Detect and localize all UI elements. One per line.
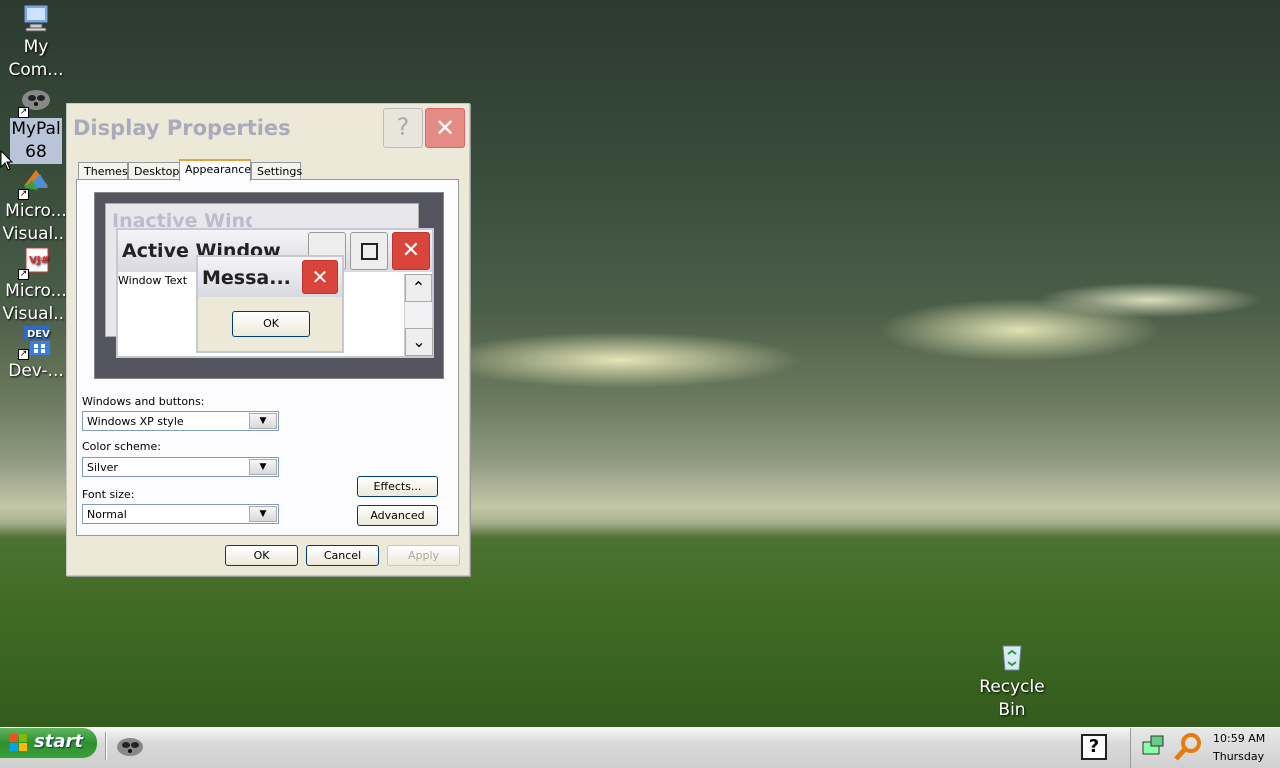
raccoon-icon	[117, 738, 143, 756]
window-title: Display Properties	[73, 116, 291, 140]
title-bar[interactable]: Display Properties ? ✕	[67, 104, 469, 150]
svg-text:DEV: DEV	[27, 329, 50, 340]
system-tray: 10:59 AM Thursday	[1130, 728, 1280, 768]
svg-text:VJ#: VJ#	[29, 255, 49, 266]
help-icon: ?	[396, 113, 410, 141]
close-icon: ✕	[392, 232, 430, 270]
font-size-select[interactable]: Normal ▼	[82, 504, 279, 524]
appearance-preview: Inactive Wind... Active Window ✕ Window …	[94, 192, 444, 379]
desktop-icon-label: Dev-...	[8, 361, 64, 381]
windows-buttons-select[interactable]: Windows XP style ▼	[82, 411, 279, 431]
desktop-icon-visual-jsharp[interactable]: VJ# ↗ Micro... Visual...	[0, 246, 72, 326]
color-scheme-select[interactable]: Silver ▼	[82, 457, 279, 477]
desktop-icon-my-computer[interactable]: My Com...	[0, 2, 72, 82]
effects-button[interactable]: Effects...	[357, 476, 438, 497]
computer-icon	[20, 2, 52, 34]
start-label: start	[34, 731, 83, 752]
tab-appearance[interactable]: Appearance	[179, 159, 251, 181]
scroll-up-icon: ⌃	[405, 274, 432, 302]
color-scheme-label: Color scheme:	[82, 440, 161, 453]
visual-studio-icon: ↗	[18, 166, 52, 200]
dev-cpp-icon: DEV ↗	[18, 326, 52, 360]
desktop-icon-recycle-bin[interactable]: Recycle Bin	[976, 642, 1048, 722]
shortcut-arrow-icon: ↗	[18, 269, 29, 280]
tab-desktop[interactable]: Desktop	[128, 162, 180, 180]
network-icon[interactable]	[1141, 734, 1167, 760]
appearance-panel: Inactive Wind... Active Window ✕ Window …	[76, 179, 459, 536]
clock-time[interactable]: 10:59 AM	[1213, 732, 1265, 745]
font-size-label: Font size:	[82, 488, 135, 501]
windows-buttons-label: Windows and buttons:	[82, 395, 205, 408]
maximize-icon	[350, 232, 388, 270]
windows-buttons-value: Windows XP style	[87, 415, 184, 428]
close-icon: ✕	[434, 114, 456, 142]
preview-message-title: Messa...	[202, 267, 291, 289]
close-icon: ✕	[302, 260, 338, 294]
shortcut-arrow-icon: ↗	[18, 189, 29, 200]
vj-sharp-icon: VJ# ↗	[18, 246, 52, 280]
preview-message-box: Messa... ✕ OK	[196, 255, 344, 353]
apply-button[interactable]: Apply	[387, 545, 460, 566]
preview-window-text: Window Text	[118, 274, 188, 287]
raccoon-icon: ↗	[18, 84, 52, 118]
desktop-icon-label: My Com...	[8, 37, 64, 80]
close-button[interactable]: ✕	[425, 108, 465, 148]
tab-settings[interactable]: Settings	[251, 162, 302, 180]
preview-ok-button: OK	[232, 311, 310, 337]
start-button[interactable]: start	[0, 728, 97, 758]
help-tray-icon[interactable]: ?	[1081, 734, 1107, 760]
quick-launch-divider	[105, 732, 107, 760]
chevron-down-icon: ▼	[249, 413, 277, 429]
ok-button[interactable]: OK	[225, 545, 298, 566]
taskbar: start ? 10:59 AM Thursday	[0, 727, 1280, 768]
tab-themes[interactable]: Themes	[78, 162, 128, 180]
help-button[interactable]: ?	[383, 108, 423, 148]
windows-logo-icon	[10, 734, 28, 752]
desktop-icon-dev-cpp[interactable]: DEV ↗ Dev-...	[0, 326, 72, 383]
desktop-icon-label: MyPal 68	[10, 118, 62, 164]
recycle-bin-icon	[996, 642, 1028, 674]
desktop-icon-label: Recycle Bin	[979, 677, 1045, 720]
display-properties-window: Display Properties ? ✕ Themes Desktop Ap…	[66, 103, 470, 576]
cancel-button[interactable]: Cancel	[306, 545, 379, 566]
advanced-button[interactable]: Advanced	[357, 505, 438, 526]
font-size-value: Normal	[87, 508, 127, 521]
preview-scrollbar: ⌃ ⌄	[404, 274, 433, 356]
shortcut-arrow-icon: ↗	[18, 107, 29, 118]
shortcut-arrow-icon: ↗	[18, 349, 29, 360]
mouse-cursor-icon	[0, 149, 14, 176]
chevron-down-icon: ▼	[249, 459, 277, 475]
desktop-icon-label: Micro... Visual...	[2, 201, 70, 244]
clock-day: Thursday	[1213, 750, 1265, 763]
scroll-down-icon: ⌄	[405, 328, 433, 356]
chevron-down-icon: ▼	[249, 506, 277, 522]
search-icon[interactable]	[1173, 732, 1203, 762]
desktop-icon-visual-studio-1[interactable]: ↗ Micro... Visual...	[0, 166, 72, 246]
color-scheme-value: Silver	[87, 461, 118, 474]
quick-launch-mypal[interactable]	[114, 732, 146, 760]
preview-message-titlebar: Messa... ✕	[198, 257, 342, 297]
desktop-icon-label: Micro... Visual...	[2, 281, 70, 324]
